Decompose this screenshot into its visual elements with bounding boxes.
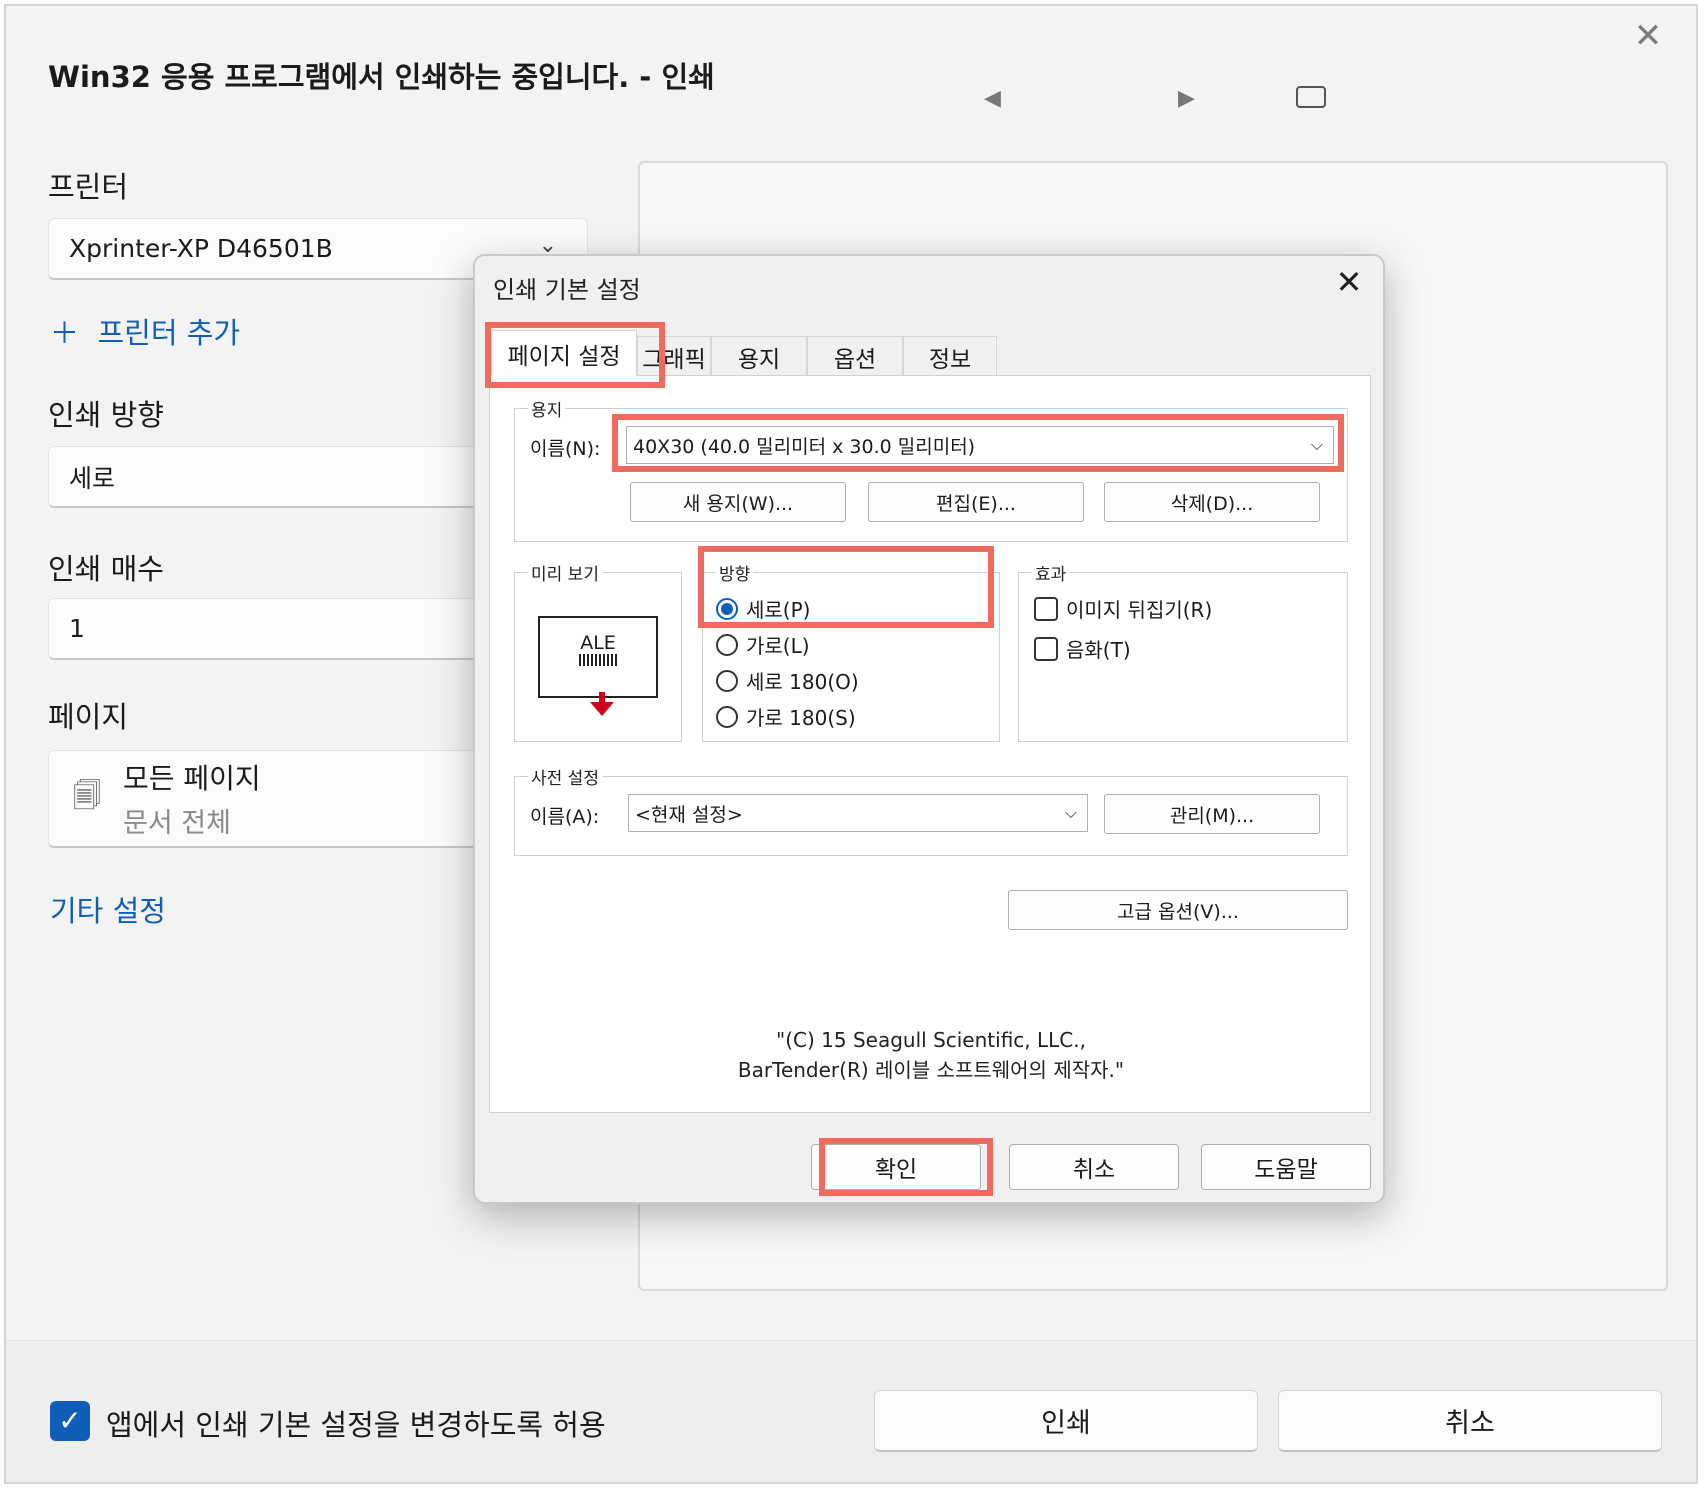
copies-value: 1	[69, 614, 85, 643]
tab-options[interactable]: 옵션	[807, 336, 903, 376]
dialog-title: 인쇄 기본 설정	[493, 276, 641, 304]
label-preview: ALE	[538, 616, 658, 698]
printing-preferences-dialog: 인쇄 기본 설정 ✕ 페이지 설정 그래픽 용지 옵션 정보 용지 이름(N):…	[473, 254, 1385, 1204]
chevron-down-icon: ⌵	[1064, 803, 1077, 822]
preset-value: <현재 설정>	[635, 803, 743, 826]
paper-name-label: 이름(N):	[530, 438, 601, 460]
highlight-tab	[485, 322, 665, 388]
radio-landscape-label: 가로(L)	[746, 634, 810, 658]
flip-image-label: 이미지 뒤집기(R)	[1066, 598, 1213, 622]
more-settings-link[interactable]: 기타 설정	[50, 888, 166, 930]
orientation-arrow-stem	[599, 692, 605, 706]
plus-icon: ＋	[50, 316, 80, 350]
add-printer-label: 프린터 추가	[97, 316, 241, 350]
highlight-paper	[612, 414, 1344, 472]
preview-text: ALE	[580, 632, 616, 654]
barcode-icon	[579, 654, 617, 666]
previous-page-icon[interactable]: ◀	[984, 86, 1001, 111]
tab-paper[interactable]: 용지	[711, 336, 807, 376]
add-printer-link[interactable]: ＋ 프린터 추가	[50, 310, 240, 352]
cancel-button[interactable]: 취소	[1278, 1390, 1662, 1452]
printer-value: Xprinter-XP D46501B	[69, 234, 333, 263]
next-page-icon[interactable]: ▶	[1178, 86, 1195, 111]
negative-label: 음화(T)	[1066, 638, 1131, 662]
check-icon: ✓	[58, 1404, 82, 1437]
pages-sub: 문서 전체	[122, 808, 231, 839]
negative-checkbox[interactable]: 음화(T)	[1034, 634, 1131, 663]
pages-value: 모든 페이지	[122, 762, 261, 795]
radio-portrait-180-circle	[716, 669, 738, 692]
manage-button[interactable]: 관리(M)...	[1104, 794, 1320, 834]
radio-landscape-180[interactable]: 가로 180(S)	[716, 702, 856, 731]
radio-portrait-180-label: 세로 180(O)	[746, 670, 859, 694]
preset-select[interactable]: <현재 설정> ⌵	[628, 794, 1088, 832]
flip-image-box	[1034, 596, 1058, 621]
radio-landscape[interactable]: 가로(L)	[716, 630, 810, 659]
copyright-line-2: BarTender(R) 레이블 소프트웨어의 제작자."	[737, 1058, 1125, 1082]
negative-box	[1034, 636, 1058, 661]
radio-landscape-circle	[716, 633, 738, 656]
radio-landscape-180-label: 가로 180(S)	[746, 706, 856, 730]
advanced-options-button[interactable]: 고급 옵션(V)...	[1008, 890, 1348, 930]
flip-image-checkbox[interactable]: 이미지 뒤집기(R)	[1034, 594, 1212, 623]
pages-label: 페이지	[48, 700, 129, 734]
allow-app-settings-checkbox[interactable]: ✓	[50, 1401, 90, 1441]
printer-label: 프린터	[48, 170, 129, 204]
orientation-label: 인쇄 방향	[48, 398, 164, 432]
window-title: Win32 응용 프로그램에서 인쇄하는 중입니다. - 인쇄	[48, 60, 715, 94]
allow-app-settings-label: 앱에서 인쇄 기본 설정을 변경하도록 허용	[106, 1408, 606, 1442]
help-button[interactable]: 도움말	[1201, 1144, 1371, 1190]
print-window: Win32 응용 프로그램에서 인쇄하는 중입니다. - 인쇄 ✕ ◀ ▶ 프린…	[4, 4, 1698, 1484]
dialog-close-icon[interactable]: ✕	[1331, 264, 1367, 300]
document-icon: 🗐	[73, 778, 101, 812]
delete-paper-button[interactable]: 삭제(D)...	[1104, 482, 1320, 522]
tab-content: 용지 이름(N): 40X30 (40.0 밀리미터 x 30.0 밀리미터) …	[489, 375, 1371, 1113]
preset-group-label: 사전 설정	[528, 764, 602, 789]
copyright-line-1: "(C) 15 Seagull Scientific, LLC.,	[776, 1028, 1086, 1052]
copies-label: 인쇄 매수	[48, 552, 164, 586]
orientation-value: 세로	[69, 463, 116, 493]
highlight-orientation	[698, 546, 994, 628]
dialog-cancel-button[interactable]: 취소	[1009, 1144, 1179, 1190]
print-button[interactable]: 인쇄	[874, 1390, 1258, 1452]
paper-group-label: 용지	[528, 396, 566, 421]
radio-landscape-180-circle	[716, 705, 738, 728]
tab-info[interactable]: 정보	[903, 336, 997, 376]
new-paper-button[interactable]: 새 용지(W)...	[630, 482, 846, 522]
highlight-ok	[819, 1138, 993, 1196]
effects-group-label: 효과	[1032, 560, 1070, 585]
preset-name-label: 이름(A):	[530, 806, 600, 828]
radio-portrait-180[interactable]: 세로 180(O)	[716, 666, 859, 695]
edit-paper-button[interactable]: 편집(E)...	[868, 482, 1084, 522]
preview-group-label: 미리 보기	[528, 560, 602, 585]
fit-to-window-icon[interactable]	[1296, 86, 1326, 108]
close-icon[interactable]: ✕	[1630, 18, 1666, 54]
